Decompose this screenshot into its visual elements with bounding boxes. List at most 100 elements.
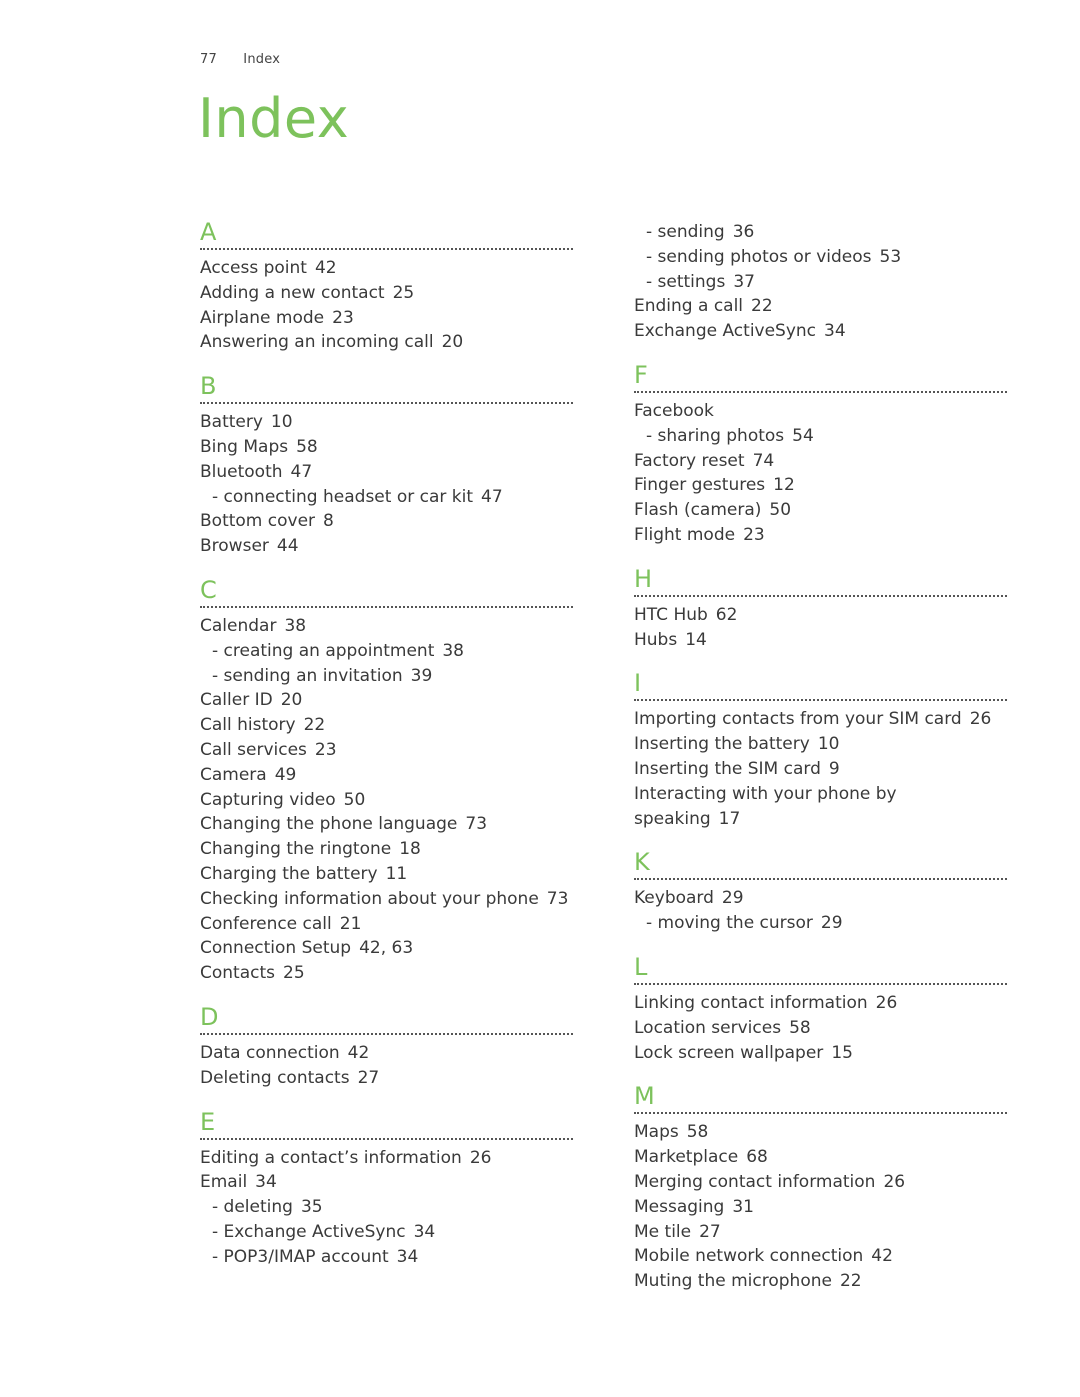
index-page-reference[interactable]: 36 [733,222,755,242]
index-page-reference[interactable]: 27 [358,1068,380,1088]
index-page-reference[interactable]: 26 [970,709,992,729]
index-term: Charging the battery [200,863,378,884]
index-page-reference[interactable]: 21 [340,914,362,934]
index-page-reference[interactable]: 62 [716,605,738,625]
index-entry: Answering an incoming call 20 [200,330,573,355]
index-subentry: - POP3/IMAP account 34 [200,1245,573,1270]
index-entry: Keyboard 29 [634,886,1007,911]
section-letter-heading: A [200,218,573,250]
index-page-reference[interactable]: 8 [323,511,334,531]
index-page-reference[interactable]: 12 [773,475,795,495]
index-entry: Maps 58 [634,1120,1007,1145]
index-subentry: - Exchange ActiveSync 34 [200,1220,573,1245]
index-page-reference[interactable]: 35 [301,1197,323,1217]
index-page-reference[interactable]: 54 [792,426,814,446]
index-page-reference[interactable]: 22 [751,296,773,316]
index-page-reference[interactable]: 10 [271,412,293,432]
index-entry: Adding a new contact 25 [200,281,573,306]
index-entry: Lock screen wallpaper 15 [634,1041,1007,1066]
index-page-reference[interactable]: 18 [399,839,421,859]
index-page-reference[interactable]: 47 [291,462,313,482]
index-entry: Bing Maps 58 [200,435,573,460]
index-page-reference[interactable]: 26 [876,993,898,1013]
index-page-reference[interactable]: 17 [719,809,741,829]
index-term: - POP3/IMAP account [212,1246,389,1267]
index-term: Lock screen wallpaper [634,1042,824,1063]
index-section-f: F Facebook - sharing photos 54 Factory reset… [634,361,1007,548]
index-entry-list: Calendar 38 - creating an appointment 38 - s… [200,614,573,986]
index-page-reference[interactable]: 42 [348,1043,370,1063]
index-page-reference[interactable]: 38 [284,616,306,636]
index-page-reference[interactable]: 27 [699,1222,721,1242]
index-page-reference[interactable]: 58 [687,1122,709,1142]
index-page-reference[interactable]: 73 [465,814,487,834]
index-term: Calendar [200,615,277,636]
index-entry: Call services 23 [200,738,573,763]
index-term: Facebook [634,400,714,421]
section-letter-heading: E [200,1108,573,1140]
index-page-reference[interactable]: 34 [255,1172,277,1192]
index-entry: Changing the phone language 73 [200,812,573,837]
index-entry: Factory reset 74 [634,449,1007,474]
index-page-reference[interactable]: 26 [470,1148,492,1168]
index-page-reference[interactable]: 73 [547,889,569,909]
index-page-reference[interactable]: 49 [275,765,297,785]
index-page-reference[interactable]: 34 [824,321,846,341]
index-page-reference[interactable]: 14 [685,630,707,650]
index-page-reference[interactable]: 26 [883,1172,905,1192]
index-page-reference[interactable]: 29 [821,913,843,933]
index-page-reference[interactable]: 44 [277,536,299,556]
index-page-reference[interactable]: 58 [789,1018,811,1038]
index-page-reference[interactable]: 39 [411,666,433,686]
index-term: Maps [634,1122,679,1143]
index-page-reference[interactable]: 53 [880,247,902,267]
index-page-reference[interactable]: 42 [871,1246,893,1266]
index-page-reference[interactable]: 22 [304,715,326,735]
index-page-reference[interactable]: 9 [829,759,840,779]
index-page-reference[interactable]: 34 [414,1222,436,1242]
index-page-reference[interactable]: 23 [743,525,765,545]
index-page-reference[interactable]: 10 [818,734,840,754]
index-page-reference[interactable]: 23 [332,308,354,328]
index-page-reference[interactable]: 42 [315,258,337,278]
index-entry-list: Keyboard 29 - moving the cursor 29 [634,886,1007,936]
index-page-reference[interactable]: 74 [753,451,775,471]
index-entry: Charging the battery 11 [200,862,573,887]
index-page-reference[interactable]: 37 [733,272,755,292]
index-entry-list: Battery 10 Bing Maps 58 Bluetooth 47- connect… [200,410,573,559]
index-page-reference[interactable]: 31 [732,1197,754,1217]
page-title: Index [198,87,350,150]
index-page-reference[interactable]: 50 [344,790,366,810]
index-entry: Exchange ActiveSync 34 [634,319,1007,344]
index-section-l: L Linking contact information 26 Location s… [634,953,1007,1065]
index-section-a: A Access point 42 Adding a new contact 25 Air… [200,218,573,355]
index-page-reference[interactable]: 25 [393,283,415,303]
index-page-reference[interactable]: 11 [386,864,408,884]
index-page-reference[interactable]: 29 [722,888,744,908]
index-section-c: C Calendar 38- creating an appointment 38- … [200,576,573,986]
index-page-reference[interactable]: 47 [481,487,503,507]
index-entry: Airplane mode 23 [200,306,573,331]
index-page-reference[interactable]: 25 [283,963,305,983]
index-page-reference[interactable]: 22 [840,1271,862,1291]
index-entry: Inserting the SIM card 9 [634,757,1007,782]
index-page-reference[interactable]: 34 [397,1247,419,1267]
running-header-section: Index [243,52,281,67]
index-page-reference[interactable]: 38 [442,641,464,661]
index-page-reference[interactable]: 68 [746,1147,768,1167]
index-page-reference[interactable]: 23 [315,740,337,760]
index-term: Location services [634,1017,782,1038]
index-entry-list: Editing a contact’s information 26 Email 34… [200,1146,573,1270]
section-letter-heading: K [634,848,1007,881]
index-page-reference[interactable]: 50 [769,500,791,520]
index-subentry: - sending 36 [634,220,1007,245]
index-page-reference[interactable]: 15 [831,1043,853,1063]
index-page-reference[interactable]: 42, 63 [359,938,413,958]
index-term: - deleting [212,1197,293,1218]
index-page-reference[interactable]: 58 [296,437,318,457]
index-entry: Bottom cover 8 [200,509,573,534]
index-page-reference[interactable]: 20 [442,332,464,352]
index-page-reference[interactable]: 20 [281,690,303,710]
index-section-b: B Battery 10 Bing Maps 58 Bluetooth 47- connec… [200,372,573,559]
index-term: Muting the microphone [634,1271,832,1292]
